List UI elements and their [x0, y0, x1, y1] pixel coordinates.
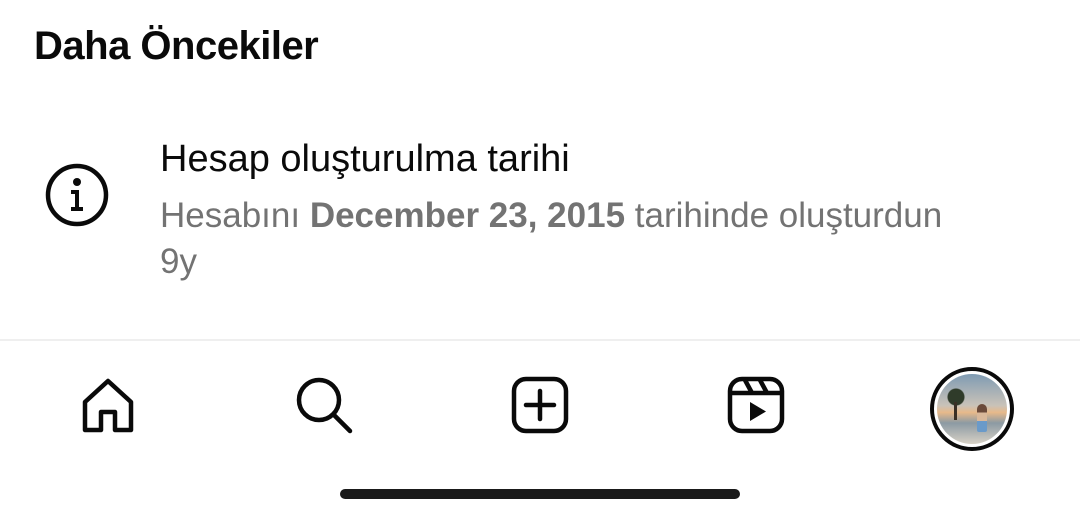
tab-reels[interactable] — [716, 365, 796, 445]
notification-item[interactable]: Hesap oluşturulma tarihi Hesabını Decemb… — [0, 132, 1080, 292]
search-icon — [296, 377, 353, 434]
notification-body: Hesabını December 23, 2015 tarihinde olu… — [160, 192, 1060, 240]
home-indicator[interactable] — [340, 489, 740, 499]
reels-icon — [727, 376, 785, 434]
notification-title: Hesap oluşturulma tarihi — [160, 138, 570, 180]
tab-home[interactable] — [68, 365, 148, 445]
info-circle-icon — [44, 162, 110, 228]
tab-profile[interactable] — [930, 367, 1014, 451]
tab-search[interactable] — [284, 365, 364, 445]
avatar — [930, 367, 1014, 451]
notification-timestamp: 9y — [160, 242, 197, 281]
palm-trunk-shape — [954, 402, 957, 420]
activity-page: Daha Öncekiler Hesap oluşturulma tarihi … — [0, 0, 1080, 517]
home-icon — [82, 378, 134, 433]
profile-photo — [937, 374, 1007, 444]
tab-create[interactable] — [500, 365, 580, 445]
plus-square-icon — [511, 376, 569, 434]
notification-body-suffix: tarihinde oluşturdun — [625, 196, 943, 235]
notification-body-date: December 23, 2015 — [309, 196, 626, 235]
bottom-tab-bar — [0, 341, 1080, 471]
notification-body-prefix: Hesabını — [160, 196, 310, 235]
section-title: Daha Öncekiler — [34, 24, 319, 68]
person-shape — [977, 404, 987, 432]
